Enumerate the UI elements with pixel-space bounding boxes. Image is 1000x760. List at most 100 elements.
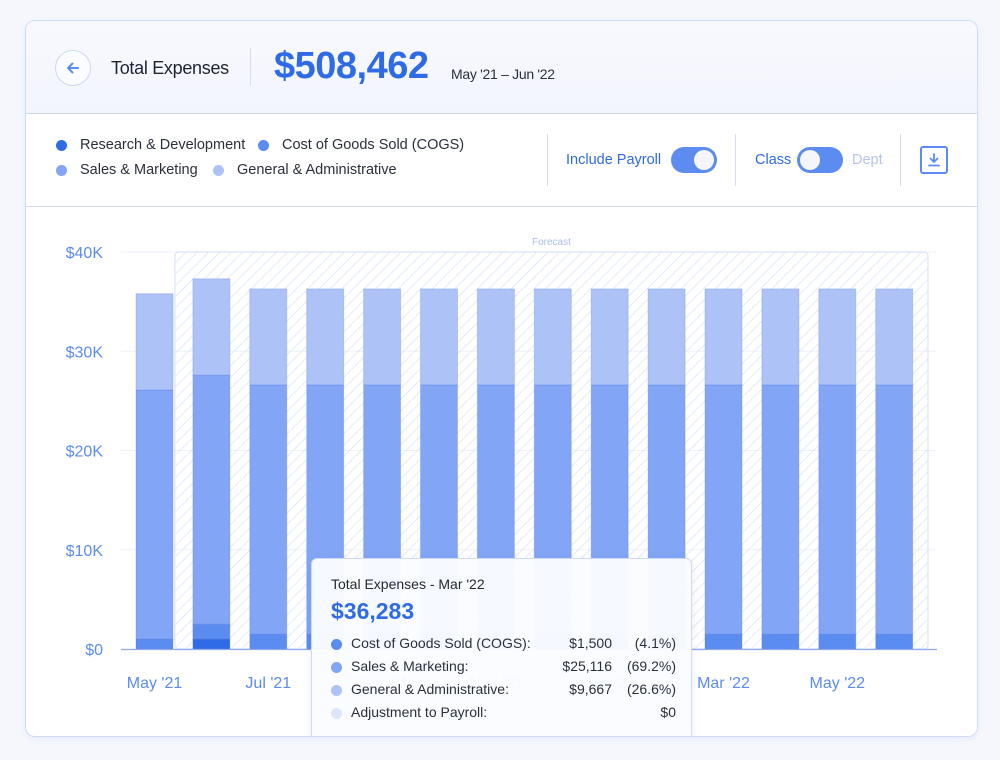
- legend-item-cogs[interactable]: Cost of Goods Sold (COGS): [258, 137, 464, 153]
- controls-bar: Research & Development Cost of Goods Sol…: [26, 114, 977, 207]
- tooltip-row-pct: (4.1%): [634, 635, 676, 651]
- tooltip-dot: [331, 685, 342, 696]
- tooltip-row-value: $0: [660, 704, 676, 720]
- tooltip-row-label: Cost of Goods Sold (COGS):: [351, 635, 531, 651]
- bar-segment[interactable]: [420, 288, 458, 386]
- bar-segment[interactable]: [533, 288, 572, 386]
- header: Total Expenses $508,462 May '21 – Jun '2…: [26, 21, 977, 114]
- tooltip-row-pct: (26.6%): [626, 681, 676, 697]
- bar-group[interactable]: [704, 288, 743, 650]
- expenses-card: Total Expenses $508,462 May '21 – Jun '2…: [25, 20, 978, 737]
- bar-segment[interactable]: [704, 384, 743, 635]
- chart-area: Forecast $0 $10K $20K $30K $40K May '21 Jul '2…: [26, 208, 977, 736]
- bar-segment[interactable]: [249, 633, 288, 650]
- bar-segment[interactable]: [135, 389, 174, 640]
- bar-segment[interactable]: [476, 288, 515, 386]
- x-tick-label: May '22: [810, 675, 866, 692]
- tooltip-dot: [331, 662, 342, 673]
- bar-group[interactable]: [249, 288, 288, 650]
- divider: [900, 134, 901, 186]
- tooltip-dot: [331, 639, 342, 650]
- bar-group[interactable]: [818, 288, 857, 650]
- back-button[interactable]: [55, 50, 91, 86]
- bar-segment[interactable]: [704, 288, 743, 386]
- y-tick-label: $0: [85, 642, 103, 659]
- download-button[interactable]: [920, 146, 948, 174]
- forecast-label: Forecast: [532, 237, 571, 248]
- bar-segment[interactable]: [818, 633, 857, 650]
- bar-segment[interactable]: [647, 288, 686, 386]
- tooltip-row-label: Sales & Marketing:: [351, 658, 469, 674]
- bar-segment[interactable]: [306, 288, 345, 386]
- bar-segment[interactable]: [761, 288, 800, 386]
- tooltip-row-value: $9,667: [569, 681, 612, 697]
- tooltip-row: General & Administrative: $9,667 (26.6%): [331, 681, 676, 701]
- bar-segment[interactable]: [761, 633, 800, 650]
- bar-segment[interactable]: [363, 288, 402, 386]
- divider: [735, 134, 736, 186]
- bar-segment[interactable]: [761, 384, 800, 635]
- class-dept-toggle[interactable]: [797, 147, 843, 173]
- tooltip-row: Sales & Marketing: $25,116 (69.2%): [331, 658, 676, 678]
- bar-segment[interactable]: [135, 638, 174, 650]
- x-tick-label: Jul '21: [245, 675, 291, 692]
- include-payroll-label: Include Payroll: [566, 152, 662, 168]
- bar-segment[interactable]: [192, 374, 231, 625]
- bar-segment[interactable]: [875, 384, 914, 635]
- legend-item-rnd[interactable]: Research & Development: [56, 137, 245, 153]
- bar-segment[interactable]: [135, 293, 174, 391]
- legend-dot: [213, 164, 224, 176]
- tooltip-dot: [331, 708, 342, 719]
- bar-segment[interactable]: [818, 288, 857, 386]
- x-tick-label: May '21: [127, 675, 183, 692]
- include-payroll-toggle[interactable]: [671, 147, 717, 173]
- tooltip-row-value: $25,116: [562, 658, 612, 674]
- toggle-knob: [800, 150, 820, 170]
- download-icon: [928, 153, 940, 167]
- bar-segment[interactable]: [875, 633, 914, 650]
- toggle-knob: [694, 150, 714, 170]
- tooltip-row-label: General & Administrative:: [351, 681, 509, 697]
- page-title: Total Expenses: [111, 58, 229, 78]
- bar-group[interactable]: [192, 278, 231, 650]
- total-amount: $508,462: [274, 45, 429, 87]
- x-tick-label: Mar '22: [697, 675, 750, 692]
- bar-segment[interactable]: [249, 288, 288, 386]
- bar-segment[interactable]: [249, 384, 288, 635]
- bar-group[interactable]: [135, 293, 174, 650]
- bar-segment[interactable]: [704, 633, 743, 650]
- bar-segment[interactable]: [875, 288, 914, 386]
- y-tick-label: $10K: [66, 543, 104, 560]
- date-range: May '21 – Jun '22: [451, 66, 555, 82]
- tooltip-total: $36,283: [331, 598, 415, 624]
- legend-label: General & Administrative: [237, 162, 397, 178]
- legend-label: Sales & Marketing: [80, 162, 198, 178]
- bar-segment[interactable]: [192, 278, 231, 376]
- tooltip-row-label: Adjustment to Payroll:: [351, 704, 488, 720]
- tooltip-title: Total Expenses - Mar '22: [331, 576, 485, 592]
- legend-label: Cost of Goods Sold (COGS): [282, 137, 465, 153]
- legend-item-sales-marketing[interactable]: Sales & Marketing: [56, 162, 198, 178]
- tooltip-row-pct: (69.2%): [626, 658, 676, 674]
- arrow-left-icon: [67, 62, 79, 74]
- bar-segment[interactable]: [590, 288, 629, 386]
- legend-dot: [56, 139, 67, 151]
- divider: [547, 134, 548, 186]
- class-label[interactable]: Class: [755, 152, 791, 168]
- bar-group[interactable]: [875, 288, 914, 650]
- legend-label: Research & Development: [80, 137, 246, 153]
- bar-segment[interactable]: [818, 384, 857, 635]
- legend-dot: [56, 164, 67, 176]
- bar-segment[interactable]: [192, 638, 231, 650]
- legend-item-general-admin[interactable]: General & Administrative: [213, 162, 397, 178]
- legend-dot: [258, 139, 269, 151]
- chart-tooltip: Total Expenses - Mar '22 $36,283 Cost of…: [311, 558, 692, 736]
- y-tick-label: $30K: [66, 344, 104, 361]
- y-tick-label: $20K: [66, 444, 104, 461]
- tooltip-row-value: $1,500: [569, 635, 612, 651]
- header-divider: [250, 48, 251, 86]
- bar-group[interactable]: [761, 288, 800, 650]
- bar-segment[interactable]: [192, 623, 231, 640]
- dept-label[interactable]: Dept: [852, 152, 883, 168]
- tooltip-row: Cost of Goods Sold (COGS): $1,500 (4.1%): [331, 635, 676, 655]
